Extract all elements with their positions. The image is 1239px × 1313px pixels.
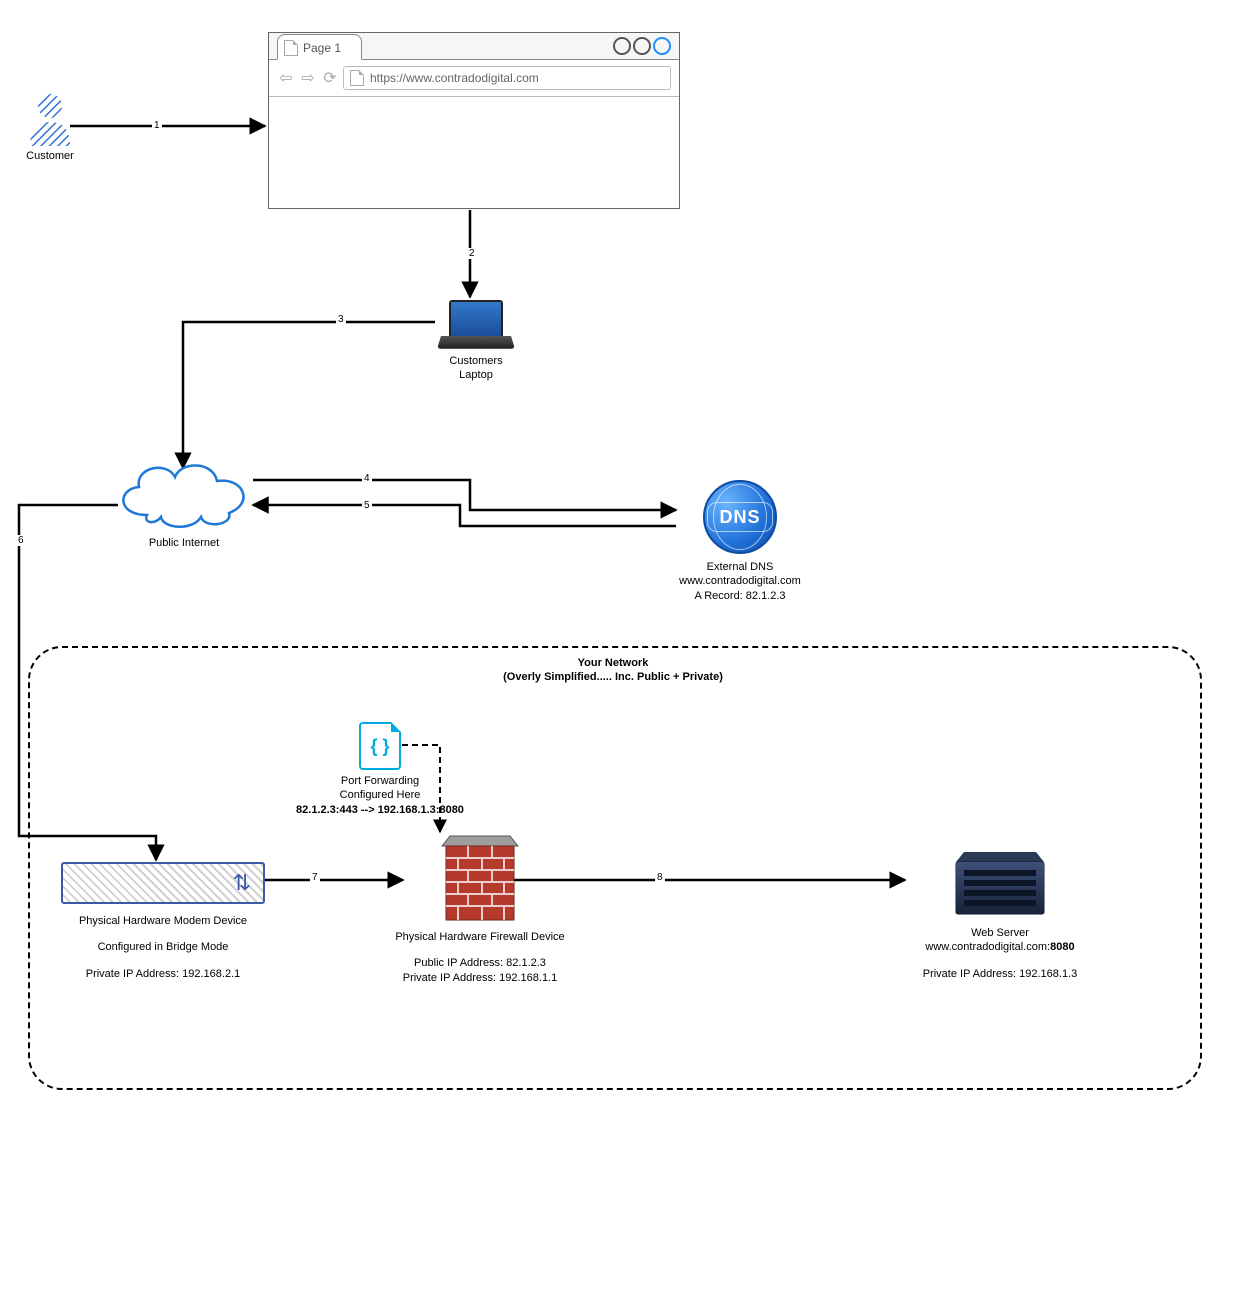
dns-badge: DNS (719, 507, 760, 528)
dns-domain: www.contradodigital.com (660, 574, 820, 588)
edge-label-2: 2 (467, 248, 477, 259)
page-icon (350, 70, 364, 86)
portfwd-line2: Configured Here (280, 788, 480, 802)
edge-label-5: 5 (362, 500, 372, 511)
edge-label-6: 6 (16, 535, 26, 546)
firewall-icon (438, 834, 522, 924)
edge-label-4: 4 (362, 473, 372, 484)
cloud-icon (109, 455, 259, 533)
server-icon (950, 848, 1050, 920)
modem-ip: Private IP Address: 192.168.2.1 (58, 967, 268, 981)
forward-button[interactable]: ⇨ (299, 69, 317, 87)
cloud-label: Public Internet (104, 536, 264, 550)
back-button[interactable]: ⇦ (277, 69, 295, 87)
laptop-node: Customers Laptop (436, 300, 516, 383)
diagram-canvas: 1 2 3 4 5 6 7 8 Customer Page 1 ⇦ ⇨ (0, 0, 1239, 1313)
network-title-block: Your Network (Overly Simplified..... Inc… (28, 656, 1198, 685)
browser-toolbar: ⇦ ⇨ ⟳ https://www.contradodigital.com (269, 60, 679, 97)
modem-title: Physical Hardware Modem Device (58, 914, 268, 928)
server-title: Web Server (900, 926, 1100, 940)
server-node: Web Server www.contradodigital.com:8080 … (900, 848, 1100, 981)
port-forwarding-node: { } Port Forwarding Configured Here 82.1… (280, 722, 480, 817)
page-icon (284, 40, 298, 56)
dns-title: External DNS (660, 560, 820, 574)
laptop-label: Customers Laptop (436, 354, 516, 383)
server-port: 8080 (1050, 941, 1074, 953)
edge-label-3: 3 (336, 314, 346, 325)
customer-node: Customer (20, 92, 80, 163)
window-controls (613, 37, 671, 55)
firewall-title: Physical Hardware Firewall Device (380, 930, 580, 944)
browser-tabbar: Page 1 (269, 33, 679, 60)
modem-mode: Configured in Bridge Mode (58, 940, 268, 954)
window-control-dot (653, 37, 671, 55)
dns-node: DNS External DNS www.contradodigital.com… (660, 480, 820, 603)
network-title: Your Network (28, 656, 1198, 670)
laptop-icon (441, 300, 511, 350)
modem-node: Physical Hardware Modem Device Configure… (58, 862, 268, 981)
customer-label: Customer (20, 149, 80, 163)
reload-button[interactable]: ⟳ (321, 69, 339, 87)
portfwd-rule: 82.1.2.3:443 --> 192.168.1.3:8080 (280, 803, 480, 817)
user-icon (26, 92, 74, 146)
code-glyph: { } (370, 736, 389, 757)
server-host-line: www.contradodigital.com:8080 (900, 940, 1100, 954)
dns-record: A Record: 82.1.2.3 (660, 589, 820, 603)
browser-tab-label: Page 1 (303, 41, 341, 55)
browser-tab[interactable]: Page 1 (277, 34, 362, 60)
config-file-icon: { } (359, 722, 401, 770)
cloud-node: Public Internet (104, 455, 264, 550)
dns-icon: DNS (703, 480, 777, 554)
network-subtitle: (Overly Simplified..... Inc. Public + Pr… (28, 670, 1198, 684)
browser-window: Page 1 ⇦ ⇨ ⟳ https://www.contradodigital… (268, 32, 680, 209)
server-host: www.contradodigital.com: (925, 941, 1050, 953)
firewall-private-ip: Private IP Address: 192.168.1.1 (380, 971, 580, 985)
portfwd-line1: Port Forwarding (280, 774, 480, 788)
edge-label-1: 1 (152, 120, 162, 131)
firewall-node: Physical Hardware Firewall Device Public… (380, 834, 580, 985)
server-ip: Private IP Address: 192.168.1.3 (900, 967, 1100, 981)
window-control-dot (633, 37, 651, 55)
modem-icon (61, 862, 265, 904)
address-url: https://www.contradodigital.com (370, 71, 539, 85)
window-control-dot (613, 37, 631, 55)
firewall-public-ip: Public IP Address: 82.1.2.3 (380, 956, 580, 970)
address-bar[interactable]: https://www.contradodigital.com (343, 66, 671, 90)
